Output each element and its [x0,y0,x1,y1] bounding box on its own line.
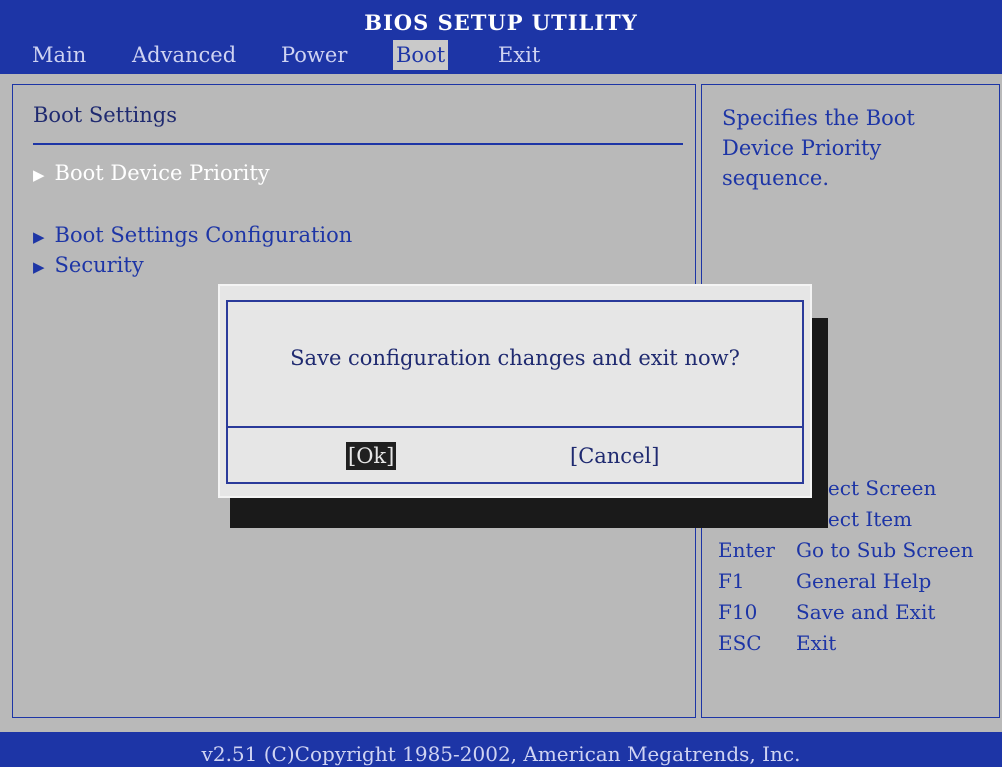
dialog-divider [228,426,802,428]
key-row: F1 General Help [718,566,998,597]
arrow-right-icon: ▶ [33,228,45,246]
key-label: F10 [718,600,758,624]
tab-exit[interactable]: Exit [498,40,540,70]
menu-item-boot-settings-configuration[interactable]: ▶ Boot Settings Configuration [33,223,352,247]
key-label: F1 [718,569,745,593]
cancel-button[interactable]: [Cancel] [568,442,661,470]
copyright-text: v2.51 (C)Copyright 1985-2002, American M… [201,742,801,766]
tab-advanced[interactable]: Advanced [132,40,236,70]
menu-item-security[interactable]: ▶ Security [33,253,144,277]
dialog-question: Save configuration changes and exit now? [290,346,740,370]
key-desc: Exit [796,631,837,655]
menu-item-label: Security [54,253,144,277]
dialog-frame: Save configuration changes and exit now?… [226,300,804,484]
key-row: Enter Go to Sub Screen [718,535,998,566]
arrow-right-icon: ▶ [33,166,45,184]
key-row: ESC Exit [718,628,998,659]
menu-item-label: Boot Device Priority [54,161,270,185]
key-desc: General Help [796,569,932,593]
menu-bar: Main Advanced Power Boot Exit [0,40,1002,72]
section-divider [33,143,683,145]
tab-main[interactable]: Main [32,40,86,70]
key-desc: Save and Exit [796,600,936,624]
ok-button[interactable]: [Ok] [346,442,397,470]
help-text: Specifies the Boot Device Priority seque… [722,106,915,190]
key-label: Enter [718,538,775,562]
key-desc: Go to Sub Screen [796,538,974,562]
key-row: F10 Save and Exit [718,597,998,628]
menu-item-boot-device-priority[interactable]: ▶ Boot Device Priority [33,161,270,185]
footer-bar: v2.51 (C)Copyright 1985-2002, American M… [0,732,1002,767]
tab-boot[interactable]: Boot [393,40,449,70]
app-title: BIOS SETUP UTILITY [364,10,638,35]
confirm-dialog: Save configuration changes and exit now?… [218,284,812,498]
menu-item-label: Boot Settings Configuration [54,223,353,247]
section-title: Boot Settings [33,103,177,127]
tab-power[interactable]: Power [281,40,347,70]
title-bar: BIOS SETUP UTILITY Main Advanced Power B… [0,0,1002,74]
arrow-right-icon: ▶ [33,258,45,276]
key-label: ESC [718,631,762,655]
